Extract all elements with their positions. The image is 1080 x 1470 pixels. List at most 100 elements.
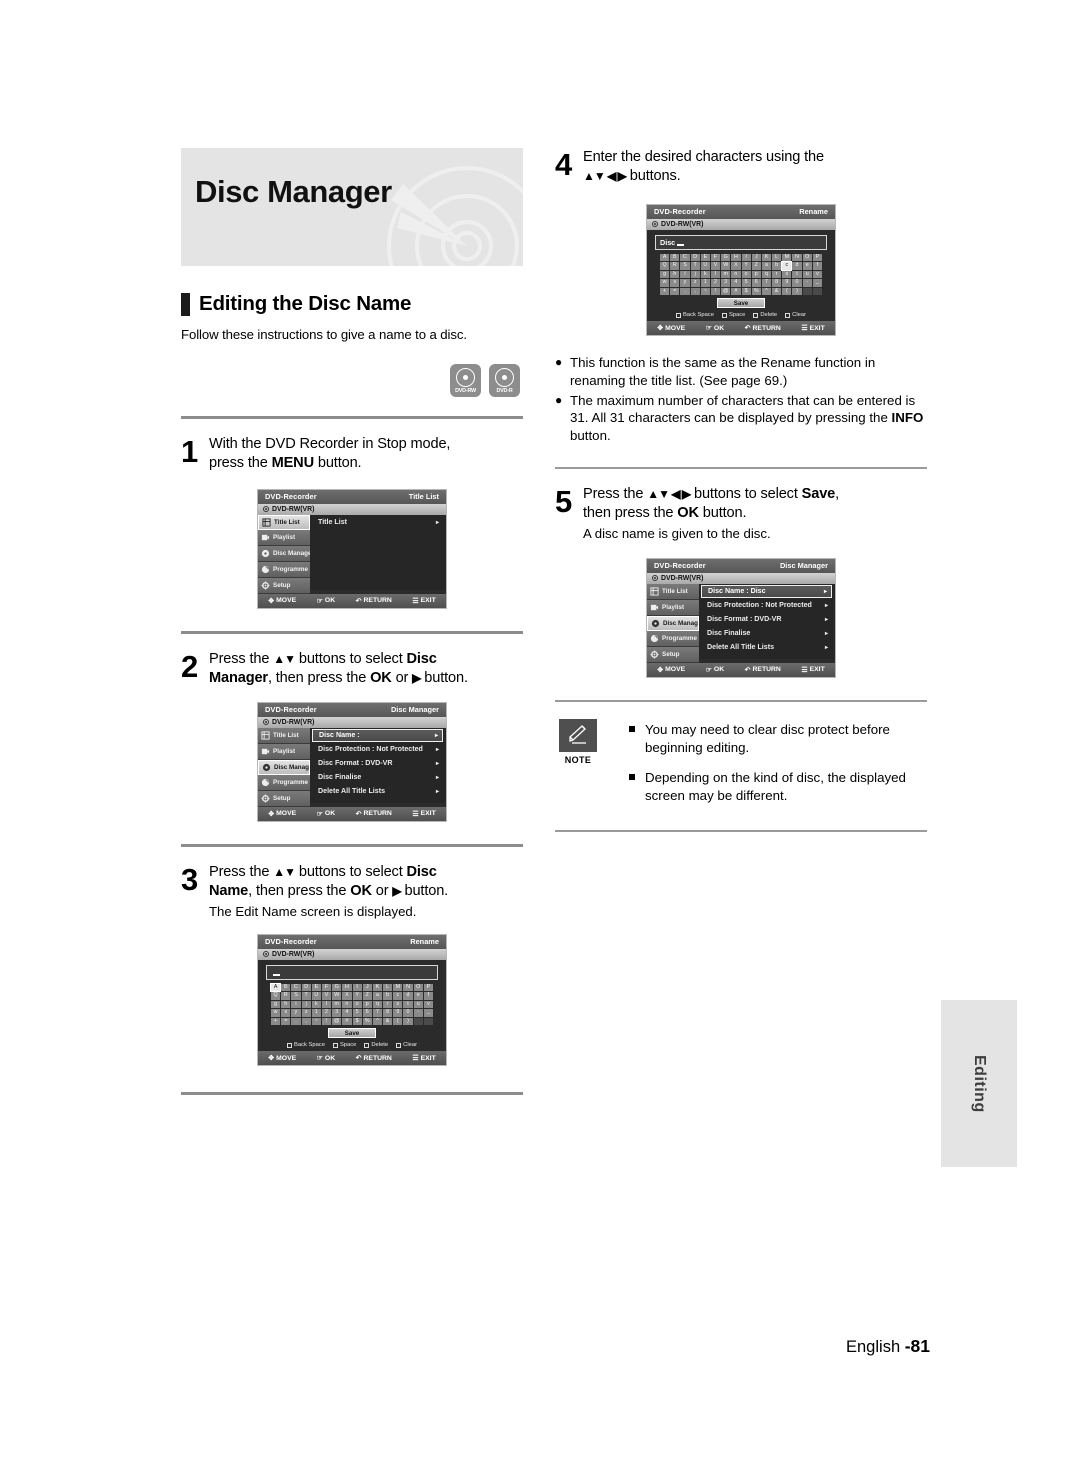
keyboard-key[interactable]: x <box>670 279 680 287</box>
keyboard-key[interactable]: ) <box>403 1017 413 1025</box>
keyboard-key[interactable]: t <box>403 1000 413 1009</box>
keyboard-key[interactable]: v <box>812 270 822 279</box>
menu-row-disc-protection[interactable]: Disc Protection : Not Protected ▸ <box>701 599 832 612</box>
keyboard-key[interactable]: Z <box>751 262 761 270</box>
menu-row-disc-format[interactable]: Disc Format : DVD-VR ▸ <box>701 613 832 626</box>
keyboard-key[interactable]: F <box>321 983 332 992</box>
keyboard-key[interactable]: 0 <box>403 1009 413 1017</box>
keyboard-key[interactable]: _ <box>423 1009 433 1017</box>
save-button[interactable]: Save <box>328 1027 376 1039</box>
keyboard-key[interactable]: g <box>660 270 670 279</box>
keyboard-key[interactable]: j <box>690 270 700 279</box>
keyboard-key[interactable]: b <box>383 992 393 1000</box>
keyboard-key[interactable]: a <box>372 992 383 1000</box>
save-button[interactable]: Save <box>717 297 765 309</box>
keyboard-key[interactable]: z <box>690 279 700 287</box>
keyboard-key[interactable]: D <box>690 253 700 262</box>
keyboard-key[interactable]: v <box>423 1000 433 1009</box>
keyboard-key[interactable]: X <box>731 262 741 270</box>
keyboard-key[interactable]: U <box>700 262 710 270</box>
keyboard-key[interactable]: E <box>311 983 321 992</box>
sidebar-item-title-list[interactable]: Title List <box>258 514 310 530</box>
keyboard-key[interactable]: 4 <box>731 279 741 287</box>
keyboard-key[interactable]: x <box>281 1009 291 1017</box>
keyboard-key[interactable]: D <box>301 983 311 992</box>
keyboard-key[interactable]: 7 <box>372 1009 383 1017</box>
menu-row-delete-all[interactable]: Delete All Title Lists ▸ <box>312 785 443 798</box>
keyboard-key[interactable]: f <box>812 262 822 270</box>
keyboard-key[interactable]: d <box>403 992 413 1000</box>
keyboard-key[interactable]: 7 <box>761 279 772 287</box>
keyboard-key[interactable]: 5 <box>352 1009 362 1017</box>
menu-row[interactable]: Title List ▸ <box>312 516 443 529</box>
menu-row-disc-format[interactable]: Disc Format : DVD-VR ▸ <box>312 757 443 770</box>
keyboard-key[interactable]: r <box>772 270 782 279</box>
keyboard-key[interactable]: W <box>332 992 342 1000</box>
keyboard-key[interactable]: K <box>761 253 772 262</box>
keyboard-key[interactable]: I <box>741 253 751 262</box>
keyboard-key[interactable]: q <box>761 270 772 279</box>
keyboard-key[interactable]: , <box>301 1017 311 1025</box>
keyboard-key[interactable]: 9 <box>782 279 792 287</box>
sidebar-item-setup[interactable]: Setup <box>647 646 699 663</box>
menu-row-disc-protection[interactable]: Disc Protection : Not Protected ▸ <box>312 743 443 756</box>
keyboard-key[interactable]: F <box>710 253 721 262</box>
keyboard-key[interactable]: G <box>721 253 731 262</box>
keyboard-key[interactable]: 2 <box>710 279 721 287</box>
keyboard-key[interactable]: y <box>680 279 690 287</box>
keyboard-key[interactable]: z <box>301 1009 311 1017</box>
keyboard-key[interactable]: R <box>281 992 291 1000</box>
keyboard-key[interactable]: m <box>721 270 731 279</box>
keyboard-key[interactable]: ( <box>393 1017 403 1025</box>
menu-row-disc-finalise[interactable]: Disc Finalise ▸ <box>312 771 443 784</box>
keyboard-key[interactable]: O <box>802 253 812 262</box>
keyboard-key[interactable]: C <box>291 983 301 992</box>
keyboard-key[interactable]: % <box>362 1017 372 1025</box>
character-keyboard-1[interactable]: ABCDEFGHIJKLMNOP QRSTUVWXYZabcdef ghijklmn… <box>269 982 433 1025</box>
keyboard-key[interactable]: P <box>423 983 433 992</box>
keyboard-key[interactable]: & <box>772 287 782 295</box>
keyboard-key[interactable]: , <box>690 287 700 295</box>
keyboard-key[interactable]: a <box>761 262 772 270</box>
keyboard-key[interactable]: 4 <box>342 1009 352 1017</box>
sidebar-item-disc-manager[interactable]: Disc Manager <box>647 615 699 631</box>
keyboard-key[interactable]: n <box>342 1000 352 1009</box>
menu-row-disc-name[interactable]: Disc Name : Disc ▸ <box>701 584 832 598</box>
keyboard-key[interactable]: 2 <box>321 1009 332 1017</box>
keyboard-key[interactable]: . <box>680 287 690 295</box>
keyboard-key[interactable]: A <box>660 253 670 262</box>
sidebar-item-setup[interactable]: Setup <box>258 577 310 594</box>
keyboard-key[interactable]: 8 <box>383 1009 393 1017</box>
rename-text-field[interactable]: Disc <box>655 234 827 250</box>
keyboard-key[interactable]: 8 <box>772 279 782 287</box>
sidebar-item-programme[interactable]: Programme <box>258 561 310 578</box>
keyboard-key[interactable]: b <box>772 262 782 270</box>
keyboard-key[interactable]: G <box>332 983 342 992</box>
fn-delete[interactable]: Delete <box>753 312 777 318</box>
keyboard-key[interactable]: T <box>690 262 700 270</box>
keyboard-key[interactable]: c <box>393 992 403 1000</box>
keyboard-key[interactable]: 1 <box>311 1009 321 1017</box>
fn-back-space[interactable]: Back Space <box>676 312 714 318</box>
keyboard-key[interactable]: H <box>731 253 741 262</box>
keyboard-key[interactable]: V <box>321 992 332 1000</box>
keyboard-key[interactable]: w <box>271 1009 281 1017</box>
keyboard-key[interactable]: $ <box>352 1017 362 1025</box>
keyboard-key[interactable]: ~ <box>700 287 710 295</box>
menu-row-delete-all[interactable]: Delete All Title Lists ▸ <box>701 641 832 654</box>
fn-clear[interactable]: Clear <box>785 312 806 318</box>
keyboard-key[interactable]: 0 <box>792 279 802 287</box>
keyboard-key[interactable]: H <box>342 983 352 992</box>
fn-clear[interactable]: Clear <box>396 1042 417 1048</box>
keyboard-key[interactable]: q <box>372 1000 383 1009</box>
keyboard-key[interactable]: h <box>670 270 680 279</box>
keyboard-key[interactable]: o <box>741 270 751 279</box>
keyboard-key[interactable]: Y <box>352 992 362 1000</box>
keyboard-key[interactable]: . <box>291 1017 301 1025</box>
keyboard-key[interactable]: c <box>781 261 793 271</box>
keyboard-key[interactable]: g <box>271 1000 281 1009</box>
keyboard-key[interactable]: = <box>281 1017 291 1025</box>
keyboard-key[interactable]: - <box>413 1009 423 1017</box>
keyboard-key[interactable]: M <box>782 253 792 262</box>
keyboard-key[interactable]: e <box>802 262 812 270</box>
